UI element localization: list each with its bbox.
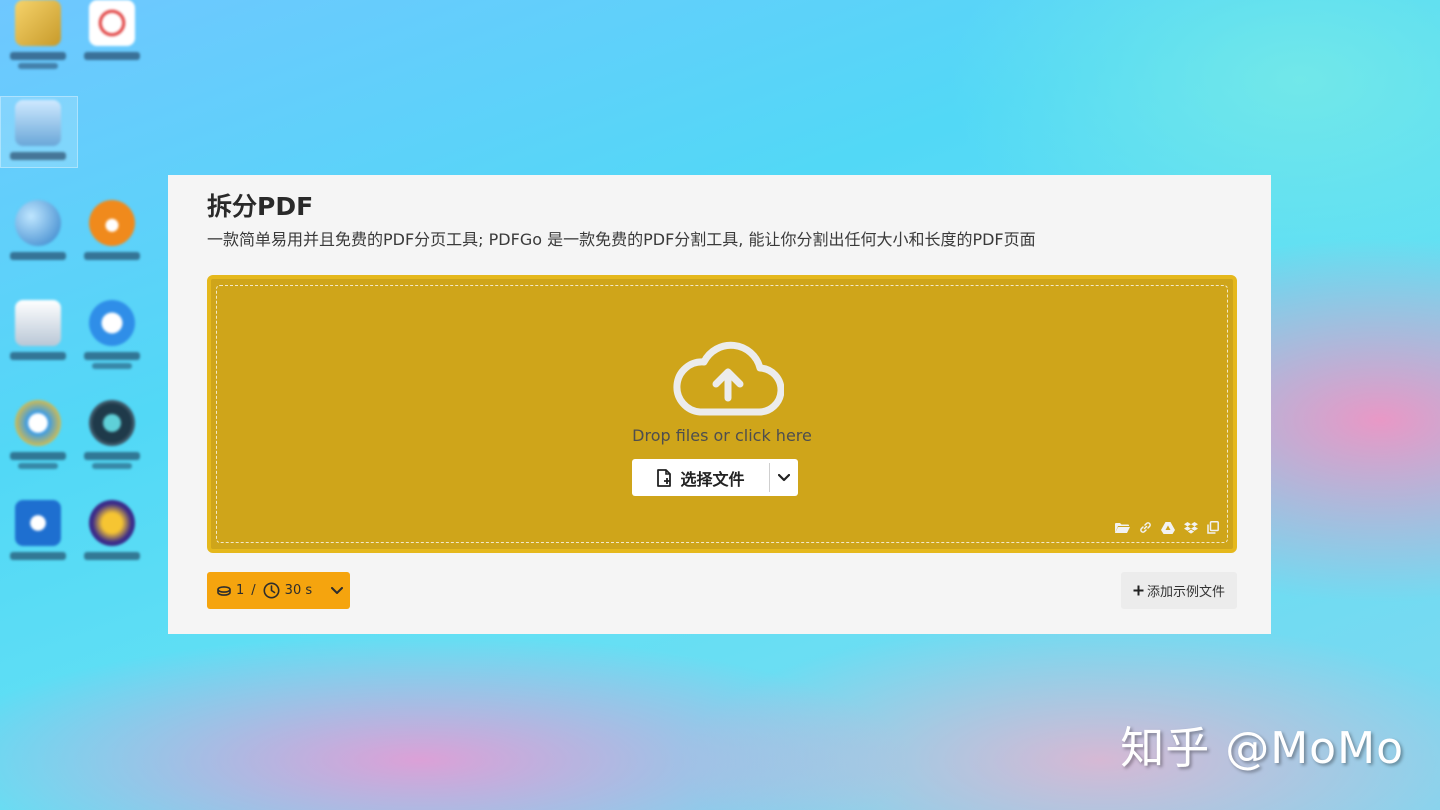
credit-separator: / [251,583,256,598]
desktop-shortcut[interactable] [6,100,70,190]
add-sample-file-button[interactable]: 添加示例文件 [1121,572,1237,609]
player-icon [89,200,135,246]
page-subtitle: 一款简单易用并且免费的PDF分页工具; PDFGo 是一款免费的PDF分割工具,… [207,230,1036,249]
internet-explorer-icon [15,400,61,446]
dropzone-dashed-border: Drop files or click here 选择文件 [216,285,1228,543]
chevron-down-icon [331,586,344,594]
zhihu-watermark: 知乎 @MoMo [1120,723,1404,774]
file-dropzone[interactable]: Drop files or click here 选择文件 [207,275,1237,553]
file-add-icon [657,468,672,487]
clipboard-icon[interactable] [1207,521,1219,534]
plus-icon [1133,585,1144,596]
time-limit: 30 s [284,583,313,598]
coin-icon [217,585,231,596]
media-icon [89,400,135,446]
dropbox-icon[interactable] [1184,521,1198,534]
cloud-upload-icon [673,341,784,416]
select-file-button[interactable]: 选择文件 [632,459,769,496]
chevron-down-icon [778,473,790,481]
clock-icon [263,582,280,599]
credits-dropdown-chevron [331,586,344,595]
select-file-label: 选择文件 [680,469,745,489]
select-file-button-group: 选择文件 [632,459,798,496]
desktop-shortcut[interactable] [80,400,144,490]
google-drive-icon[interactable] [1161,521,1175,534]
desktop-shortcut[interactable] [6,200,70,290]
desktop-shortcut[interactable] [6,300,70,390]
folder-icon[interactable] [1115,522,1130,534]
computer-icon [15,100,61,146]
user-folder-icon [15,0,61,46]
upload-source-icons [1115,521,1219,534]
browser-icon [89,300,135,346]
recycle-bin-icon [15,300,61,346]
desktop-shortcut[interactable] [80,0,144,90]
settings-gear-icon [15,500,61,546]
desktop-shortcut[interactable] [80,500,144,590]
link-icon[interactable] [1139,521,1152,534]
desktop-icons [0,0,160,600]
desktop-shortcut[interactable] [6,0,70,90]
credits-time-button[interactable]: 1 / 30 s [207,572,350,609]
desktop-shortcut[interactable] [80,300,144,390]
desktop-shortcut[interactable] [6,500,70,590]
dropzone-prompt: Drop files or click here [632,426,812,445]
desktop-shortcut[interactable] [6,400,70,490]
app-icon [89,0,135,46]
split-pdf-panel: 拆分PDF 一款简单易用并且免费的PDF分页工具; PDFGo 是一款免费的PD… [168,175,1271,634]
desktop-shortcut[interactable] [80,200,144,290]
network-icon [15,200,61,246]
game-icon [89,500,135,546]
add-sample-file-label: 添加示例文件 [1146,585,1225,600]
page-title: 拆分PDF [207,192,314,221]
select-source-dropdown[interactable] [770,459,798,496]
credit-count: 1 [236,583,245,598]
